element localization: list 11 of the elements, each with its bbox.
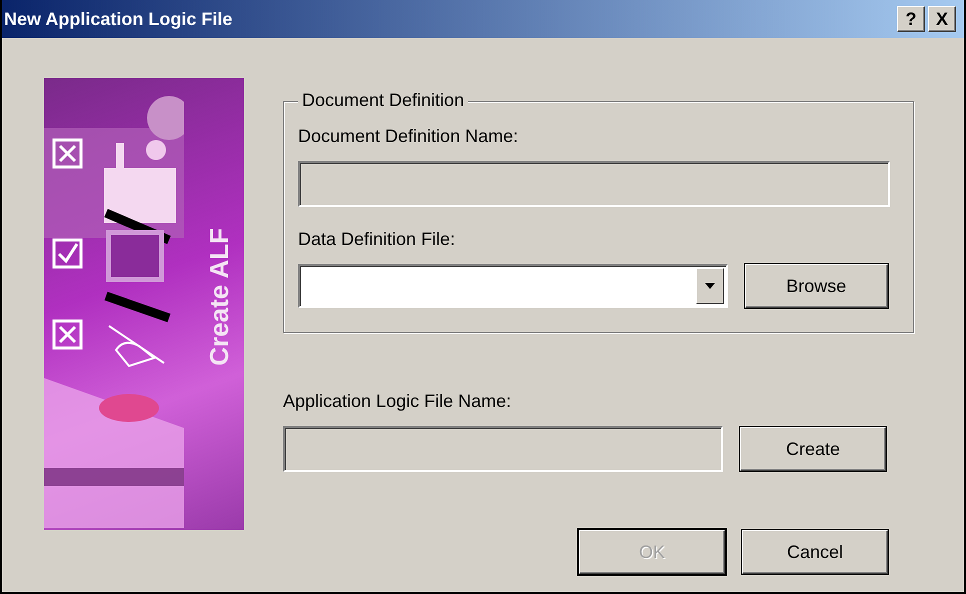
field-label: Data Definition File:: [298, 229, 456, 250]
help-button[interactable]: ?: [897, 6, 925, 32]
cancel-button[interactable]: Cancel: [742, 530, 888, 574]
browse-button[interactable]: Browse: [744, 264, 888, 308]
close-button[interactable]: X: [928, 6, 956, 32]
create-button[interactable]: Create: [740, 427, 886, 471]
window-title: New Application Logic File: [4, 8, 232, 30]
field-label: Document Definition Name:: [298, 126, 520, 147]
banner-title: Create ALF: [204, 228, 235, 366]
field-label: Application Logic File Name:: [283, 391, 512, 412]
dropdown-field[interactable]: [298, 264, 728, 308]
